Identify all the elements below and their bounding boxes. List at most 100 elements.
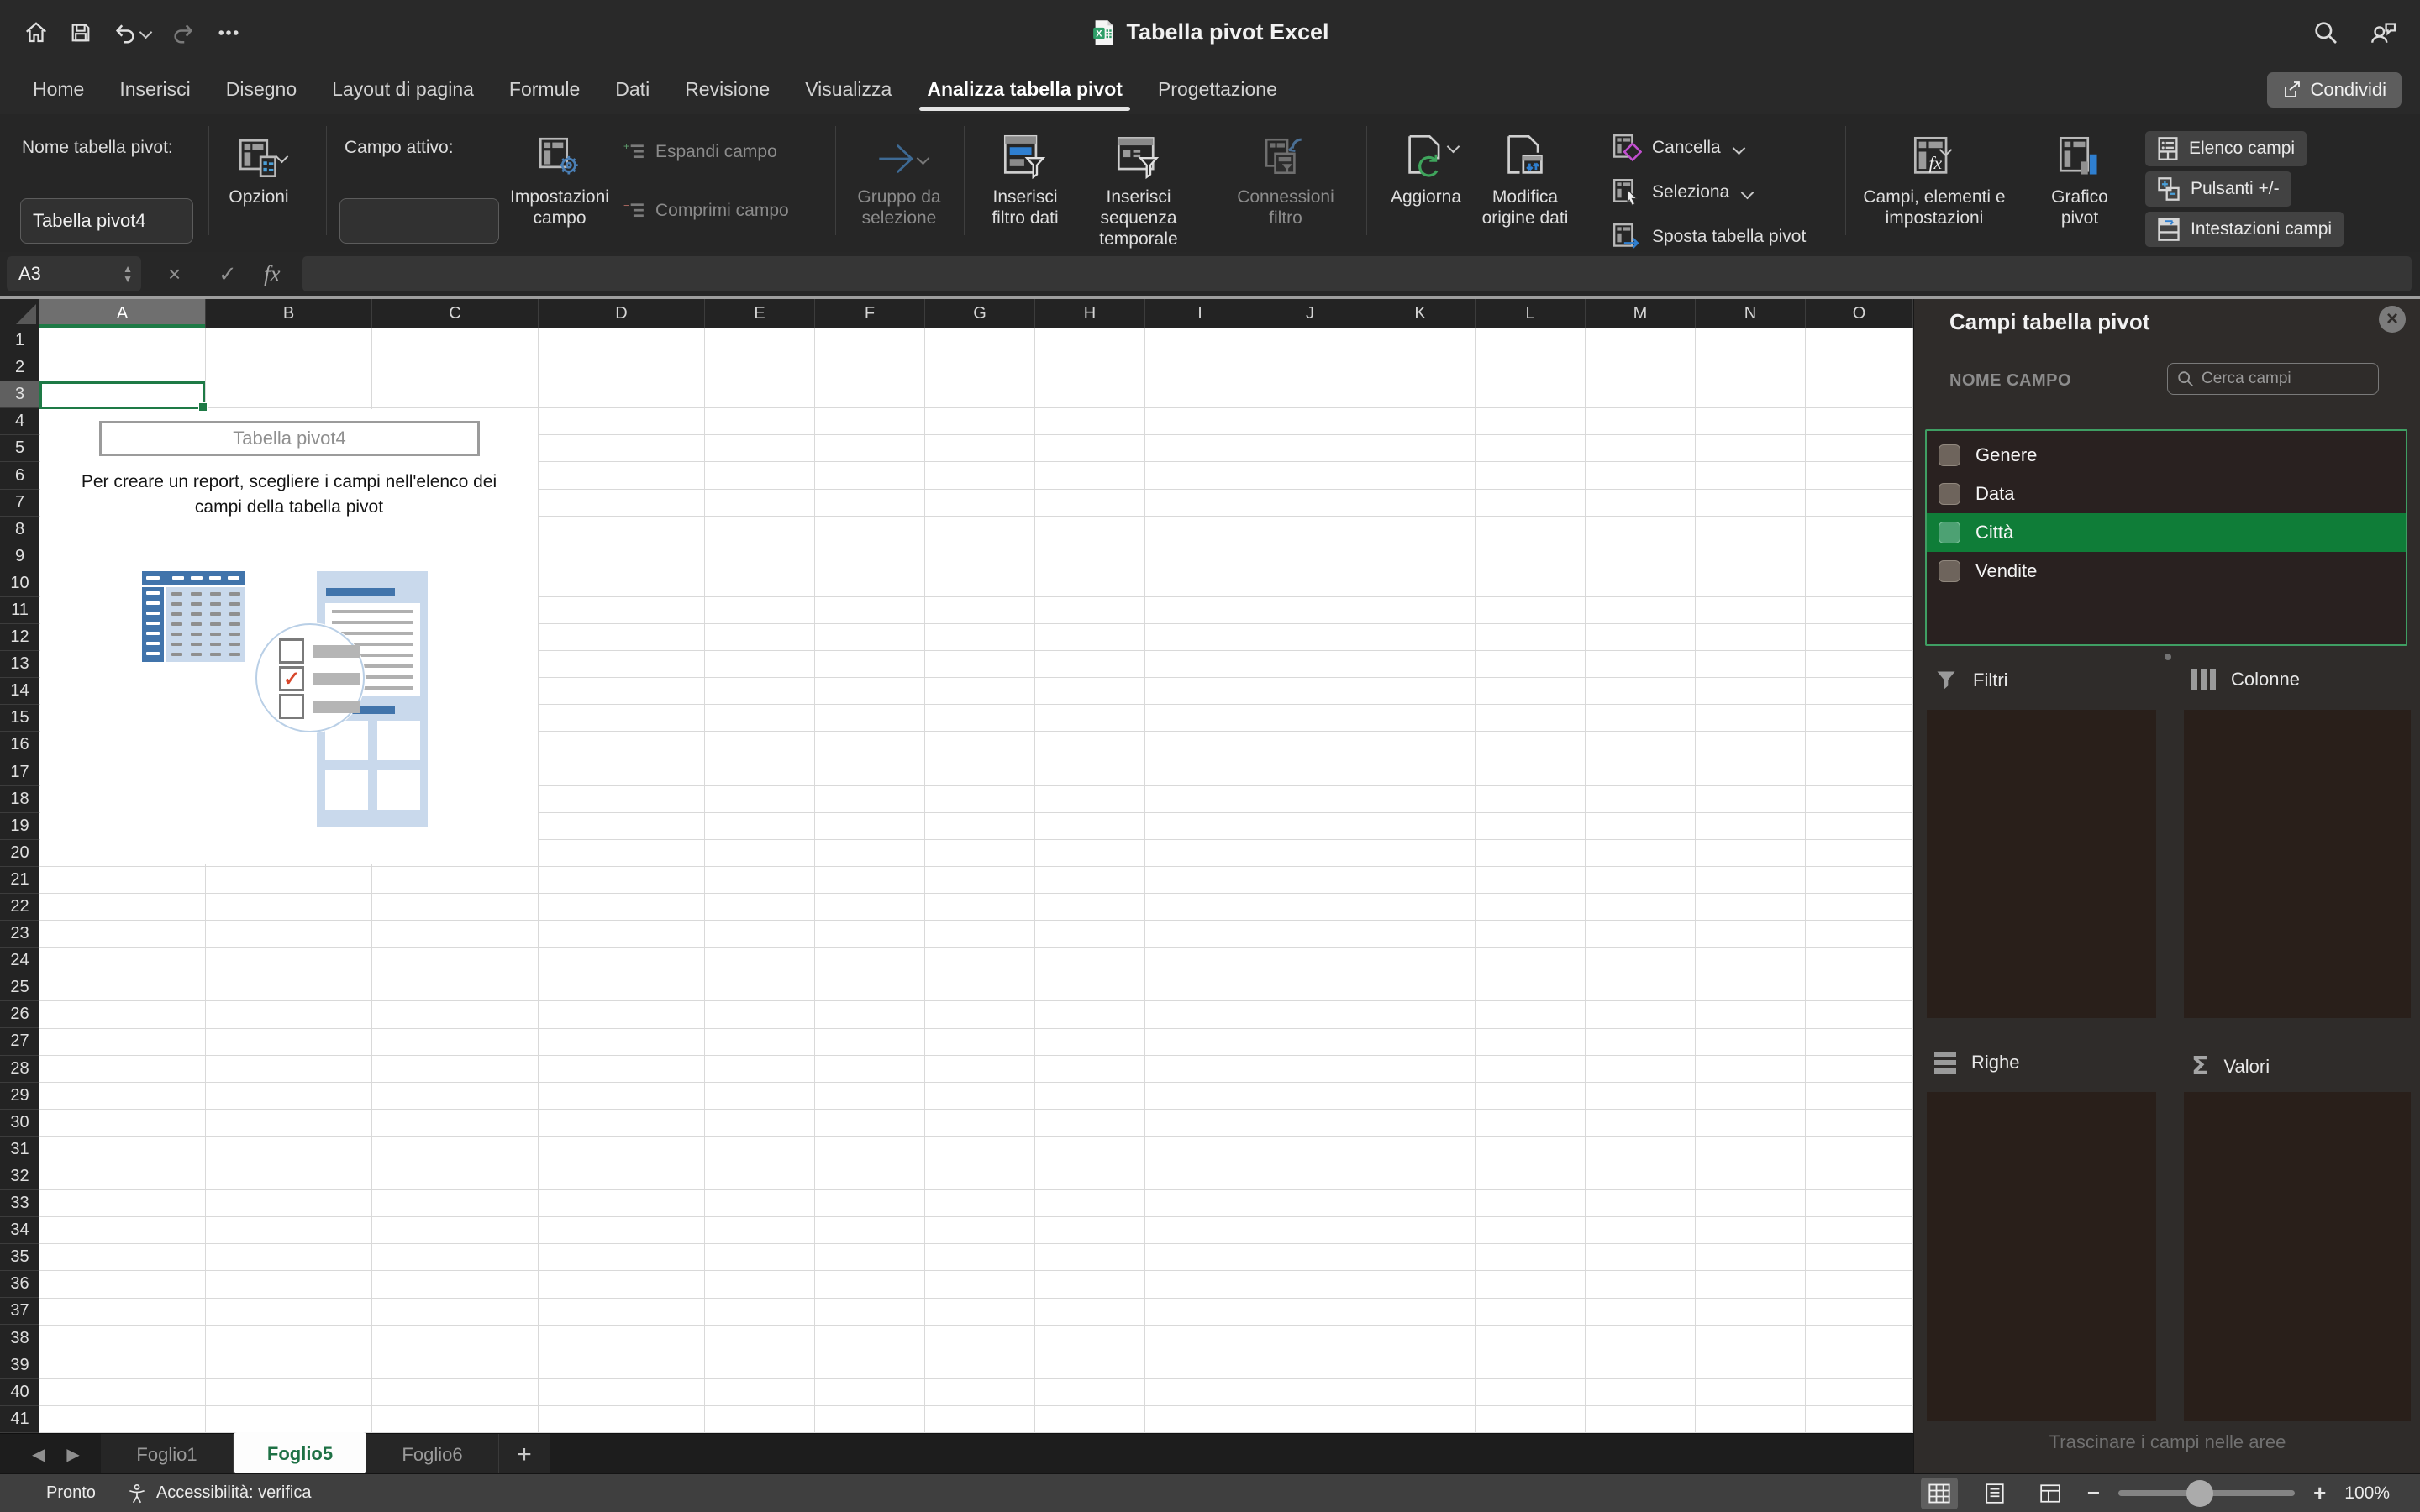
field-item-genere[interactable]: Genere [1927,436,2406,475]
expand-field-button[interactable]: + Espandi campo [623,141,777,163]
ribbon-tab-progettazione[interactable]: Progettazione [1140,65,1295,114]
move-pivottable-button[interactable]: Sposta tabella pivot [1612,222,1806,252]
page-break-view-icon[interactable] [2032,1478,2069,1509]
add-sheet-icon[interactable]: + [499,1434,550,1475]
row-header-25[interactable]: 25 [0,974,39,1002]
row-header-4[interactable]: 4 [0,408,39,436]
row-header-3[interactable]: 3 [0,381,39,409]
row-header-1[interactable]: 1 [0,328,39,355]
row-header-27[interactable]: 27 [0,1028,39,1056]
row-header-33[interactable]: 33 [0,1190,39,1218]
row-header-12[interactable]: 12 [0,624,39,652]
sheet-cells[interactable]: Tabella pivot4 Per creare un report, sce… [39,328,1913,1433]
pane-resize-handle[interactable] [2164,654,2171,660]
cancel-icon[interactable]: × [168,252,181,296]
fields-items-settings-button[interactable]: fx Campi, elementi e impostazioni [1859,126,2010,228]
field-list-toggle[interactable]: Elenco campi [2145,131,2307,166]
row-header-20[interactable]: 20 [0,840,39,867]
column-header-A[interactable]: A [39,299,206,328]
row-header-37[interactable]: 37 [0,1298,39,1326]
undo-chevron-icon[interactable] [139,25,153,39]
column-header-H[interactable]: H [1035,299,1145,328]
column-header-N[interactable]: N [1696,299,1806,328]
row-header-2[interactable]: 2 [0,354,39,382]
field-item-data[interactable]: Data [1927,475,2406,513]
active-field-input[interactable] [339,198,499,244]
normal-view-icon[interactable] [1920,1477,1958,1509]
zoom-out-icon[interactable]: − [2087,1480,2100,1506]
change-data-source-button[interactable]: Modifica origine dati [1472,126,1578,228]
column-header-M[interactable]: M [1586,299,1696,328]
collapse-field-button[interactable]: − Comprimi campo [623,200,789,222]
field-checkbox-genere[interactable] [1939,444,1960,466]
row-header-8[interactable]: 8 [0,517,39,543]
column-header-F[interactable]: F [815,299,925,328]
column-header-C[interactable]: C [372,299,539,328]
row-header-6[interactable]: 6 [0,462,39,490]
column-header-D[interactable]: D [539,299,705,328]
row-header-23[interactable]: 23 [0,921,39,948]
field-item-vendite[interactable]: Vendite [1927,552,2406,591]
field-headers-toggle[interactable]: Intestazioni campi [2145,212,2344,247]
ribbon-tab-revisione[interactable]: Revisione [667,65,787,114]
row-header-7[interactable]: 7 [0,490,39,517]
pivot-name-input[interactable]: Tabella pivot4 [20,198,193,244]
column-header-O[interactable]: O [1806,299,1913,328]
refresh-button[interactable]: Aggiorna [1382,126,1470,207]
row-header-11[interactable]: 11 [0,597,39,625]
field-settings-button[interactable]: Impostazioni campo [501,126,618,228]
options-button[interactable]: Opzioni [215,126,302,207]
column-header-K[interactable]: K [1365,299,1476,328]
page-layout-view-icon[interactable] [1976,1478,2013,1509]
redo-icon[interactable] [171,20,196,45]
insert-slicer-button[interactable]: Inserisci filtro dati [975,126,1076,228]
row-header-16[interactable]: 16 [0,732,39,759]
row-header-28[interactable]: 28 [0,1056,39,1083]
row-header-36[interactable]: 36 [0,1271,39,1299]
zoom-slider-thumb[interactable] [2186,1479,2213,1507]
sheet-tab-foglio1[interactable]: Foglio1 [101,1434,234,1475]
column-header-J[interactable]: J [1255,299,1365,328]
search-icon[interactable] [2312,19,2339,46]
undo-button[interactable] [113,20,153,45]
row-header-34[interactable]: 34 [0,1217,39,1245]
row-header-41[interactable]: 41 [0,1406,39,1433]
row-header-15[interactable]: 15 [0,705,39,732]
share-button[interactable]: Condividi [2266,72,2402,108]
row-header-5[interactable]: 5 [0,435,39,463]
ribbon-tab-visualizza[interactable]: Visualizza [787,65,909,114]
columns-drop-zone[interactable] [2184,710,2411,1018]
column-header-I[interactable]: I [1145,299,1255,328]
row-header-30[interactable]: 30 [0,1110,39,1137]
more-icon[interactable] [216,20,241,45]
field-checkbox-data[interactable] [1939,483,1960,505]
field-checkbox-vendite[interactable] [1939,560,1960,582]
sheet-tab-foglio6[interactable]: Foglio6 [366,1434,499,1475]
zoom-in-icon[interactable]: + [2313,1480,2326,1506]
row-header-29[interactable]: 29 [0,1083,39,1110]
row-header-32[interactable]: 32 [0,1163,39,1190]
confirm-icon[interactable]: ✓ [218,252,237,296]
function-icon[interactable]: fx [264,252,281,296]
values-drop-zone[interactable] [2184,1092,2411,1421]
row-header-26[interactable]: 26 [0,1001,39,1029]
row-header-31[interactable]: 31 [0,1137,39,1163]
pivot-chart-button[interactable]: Grafico pivot [2033,126,2126,228]
close-icon[interactable]: × [2379,306,2406,333]
row-header-22[interactable]: 22 [0,894,39,921]
group-selection-button[interactable]: Gruppo da selezione [847,126,951,228]
field-item-citt[interactable]: Città [1927,513,2406,552]
fill-handle[interactable] [198,402,208,412]
ribbon-tab-analizza-tabella-pivot[interactable]: Analizza tabella pivot [909,65,1140,114]
column-header-B[interactable]: B [206,299,372,328]
formula-input[interactable] [302,256,2412,291]
clear-button[interactable]: Cancella [1612,133,1745,163]
row-header-39[interactable]: 39 [0,1352,39,1379]
sheet-nav-left-icon[interactable]: ◀ [32,1444,45,1465]
ribbon-tab-disegno[interactable]: Disegno [208,65,314,114]
ribbon-tab-inserisci[interactable]: Inserisci [102,65,208,114]
accessibility-status[interactable]: Accessibilità: verifica [126,1483,311,1504]
select-all-corner[interactable] [0,299,40,328]
column-header-L[interactable]: L [1476,299,1586,328]
row-header-14[interactable]: 14 [0,678,39,706]
